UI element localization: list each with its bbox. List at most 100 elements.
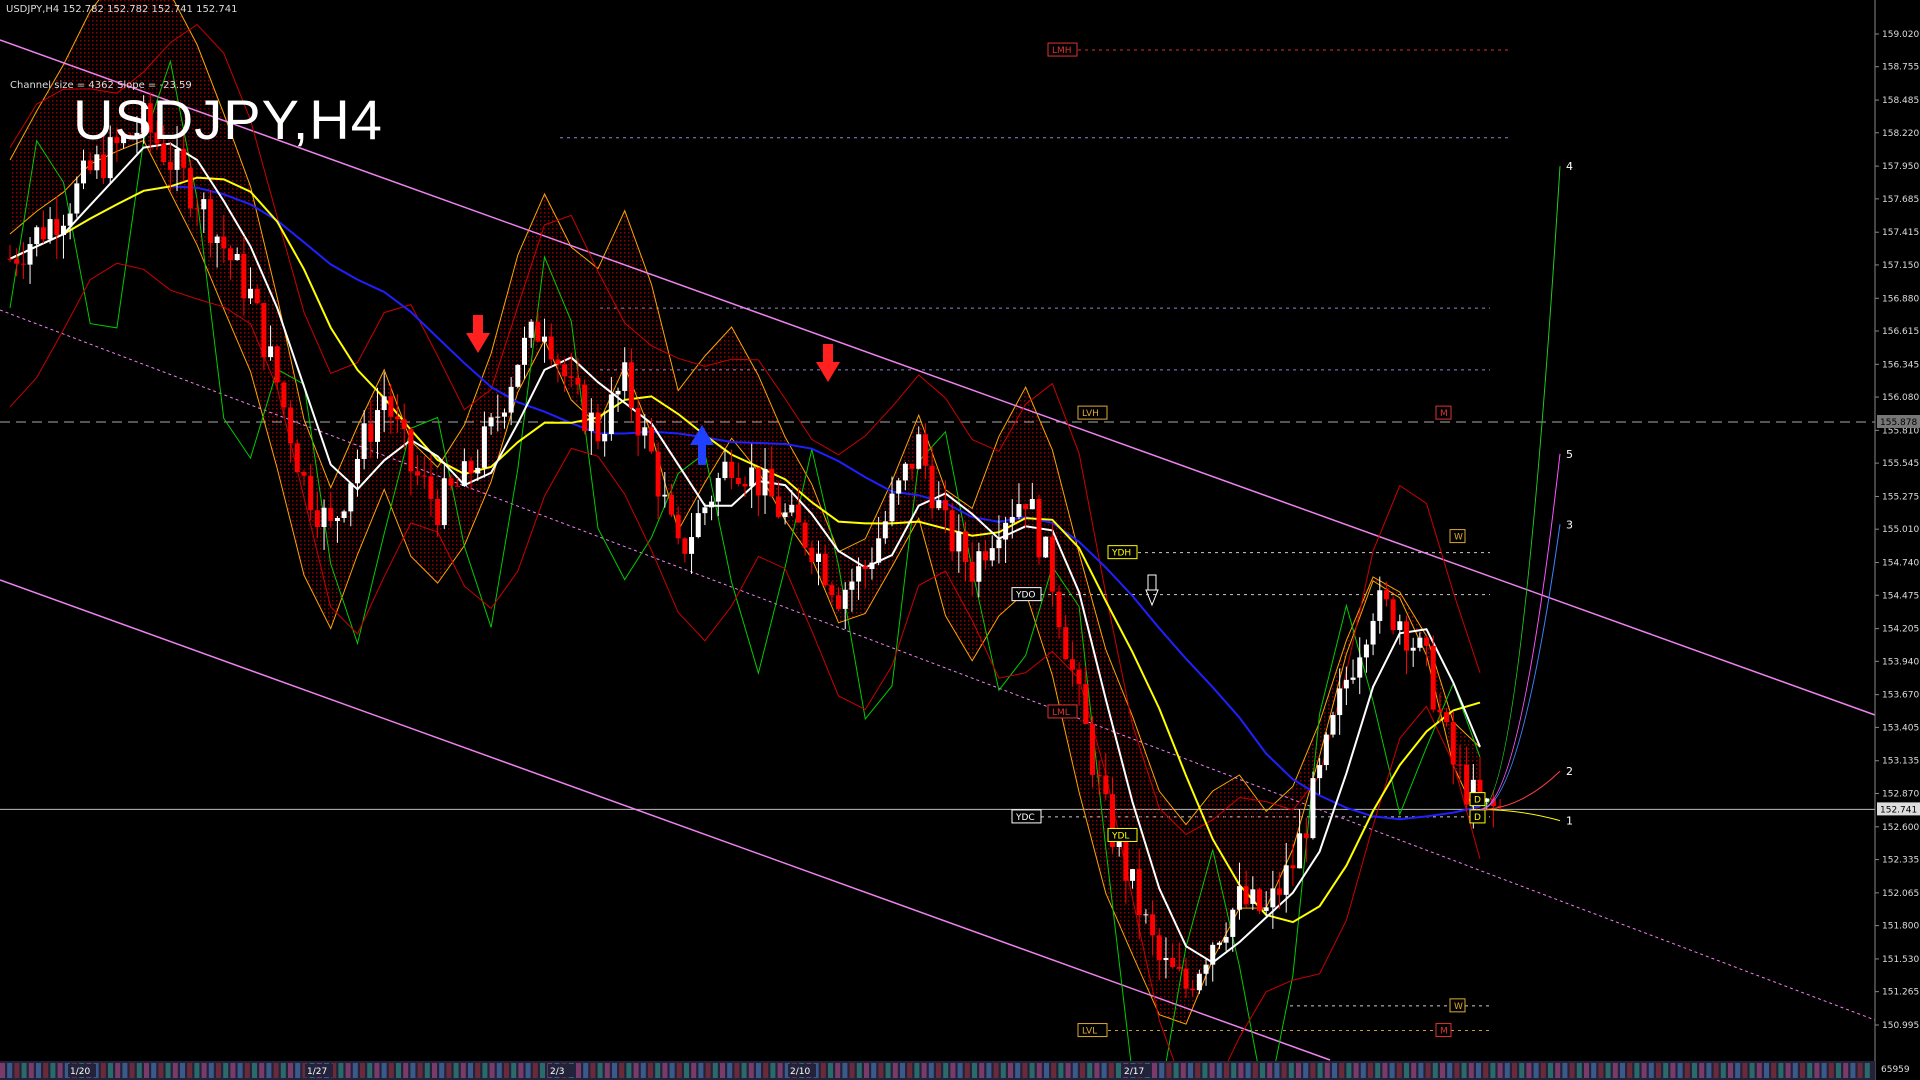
candle-body — [341, 511, 347, 518]
time-strip-cell — [1821, 1063, 1827, 1078]
candle-body — [742, 483, 748, 487]
time-strip-cell — [208, 1063, 214, 1078]
candle-body — [1043, 536, 1049, 558]
candle-body — [548, 336, 554, 360]
time-strip-cell — [900, 1063, 905, 1078]
candle-body — [682, 538, 688, 554]
candle-body — [1076, 669, 1082, 684]
x-tick-label: 1/20 — [70, 1067, 90, 1077]
candle-body — [1163, 957, 1169, 960]
candle-body — [816, 553, 821, 562]
time-strip-cell — [122, 1063, 128, 1078]
time-strip-cell — [1771, 1063, 1777, 1078]
candle-body — [428, 476, 434, 499]
time-strip-cell — [216, 1063, 221, 1078]
candle-body — [328, 507, 334, 522]
time-strip-cell — [266, 1063, 272, 1078]
candle-body — [14, 259, 20, 264]
time-strip-cell — [1411, 1063, 1417, 1078]
time-strip-cell — [1382, 1063, 1388, 1078]
candle-body — [602, 434, 608, 442]
candle-body — [749, 467, 755, 487]
time-strip-cell — [100, 1063, 106, 1078]
candle-body — [555, 359, 561, 365]
time-strip-cell — [1684, 1063, 1690, 1078]
y-tick-label: 152.335 — [1882, 856, 1919, 866]
candle-body — [709, 501, 715, 508]
svg-text:D: D — [1474, 813, 1481, 823]
candle-body — [789, 504, 795, 513]
y-tick-label: 153.670 — [1882, 691, 1919, 701]
candle-body — [254, 288, 260, 304]
time-strip-cell — [1692, 1063, 1697, 1078]
time-strip-cell — [914, 1063, 920, 1078]
candle-body — [929, 465, 935, 509]
candle-body — [595, 412, 601, 442]
time-strip-cell — [1166, 1063, 1172, 1078]
time-strip-cell — [907, 1063, 913, 1078]
time-strip-cell — [525, 1063, 531, 1078]
time-strip-cell — [1468, 1063, 1474, 1078]
time-strip-cell — [1706, 1063, 1712, 1078]
candle-body — [87, 160, 93, 171]
time-strip-cell — [1605, 1063, 1611, 1078]
candle-body — [348, 483, 354, 512]
candle-body — [421, 475, 427, 477]
candle-body — [996, 539, 1002, 549]
candle-body — [1350, 677, 1356, 680]
time-strip-cell — [1216, 1063, 1222, 1078]
time-strip-cell — [14, 1063, 20, 1078]
y-tick-label: 153.135 — [1882, 757, 1919, 767]
x-tick-label: 1/27 — [307, 1067, 327, 1077]
time-strip-cell — [1720, 1063, 1726, 1078]
time-strip-cell — [201, 1063, 207, 1078]
candle-body — [1417, 637, 1423, 648]
time-strip-cell — [1800, 1063, 1805, 1078]
candle-body — [528, 321, 534, 338]
candle-body — [1404, 621, 1409, 651]
time-strip-cell — [1036, 1063, 1042, 1078]
candle-body — [321, 507, 327, 527]
svg-text:LMH: LMH — [1052, 46, 1072, 56]
time-strip-cell — [43, 1063, 49, 1078]
time-strip-cell — [1418, 1063, 1424, 1078]
candle-body — [468, 461, 474, 474]
bottom-value-label: 65959 — [1881, 1065, 1910, 1075]
y-tick-label: 151.800 — [1882, 922, 1919, 932]
candle-body — [7, 258, 13, 260]
label-ydh: YDH — [1107, 545, 1138, 560]
candle-body — [47, 219, 53, 240]
candle-body — [294, 443, 300, 473]
candle-body — [642, 427, 648, 436]
time-strip-cell — [1368, 1063, 1373, 1078]
time-strip-cell — [691, 1063, 697, 1078]
time-strip-cell — [734, 1063, 740, 1078]
time-strip-cell — [835, 1063, 841, 1078]
time-strip-cell — [1735, 1063, 1741, 1078]
candle-body — [522, 337, 527, 365]
time-strip-cell — [712, 1063, 718, 1078]
candle-body — [1150, 914, 1156, 936]
time-strip-cell — [1029, 1063, 1035, 1078]
candle-body — [869, 562, 875, 569]
time-strip-cell — [273, 1063, 279, 1078]
candle-body — [755, 467, 761, 496]
time-strip-cell — [1612, 1063, 1618, 1078]
candle-body — [495, 416, 501, 418]
candle-body — [401, 419, 407, 429]
time-strip-cell — [381, 1063, 387, 1078]
time-strip-cell — [1540, 1063, 1546, 1078]
time-strip-cell — [1670, 1063, 1676, 1078]
time-strip-cell — [1116, 1063, 1121, 1078]
candle-body — [1424, 637, 1430, 646]
time-strip-cell — [108, 1063, 113, 1078]
time-strip-cell — [1339, 1063, 1345, 1078]
candle-body — [562, 364, 568, 377]
candle-body — [1103, 775, 1109, 795]
candle-body — [408, 428, 414, 472]
time-strip-cell — [396, 1063, 401, 1078]
time-strip-cell — [612, 1063, 617, 1078]
price-chart[interactable]: LMH LVH LML LVL YDH YDO YDC YDL M M W W DD 1 2 3 4 5 159… — [0, 0, 1920, 1080]
candle-body — [715, 478, 721, 502]
x-tick-label: 2/3 — [550, 1067, 564, 1077]
